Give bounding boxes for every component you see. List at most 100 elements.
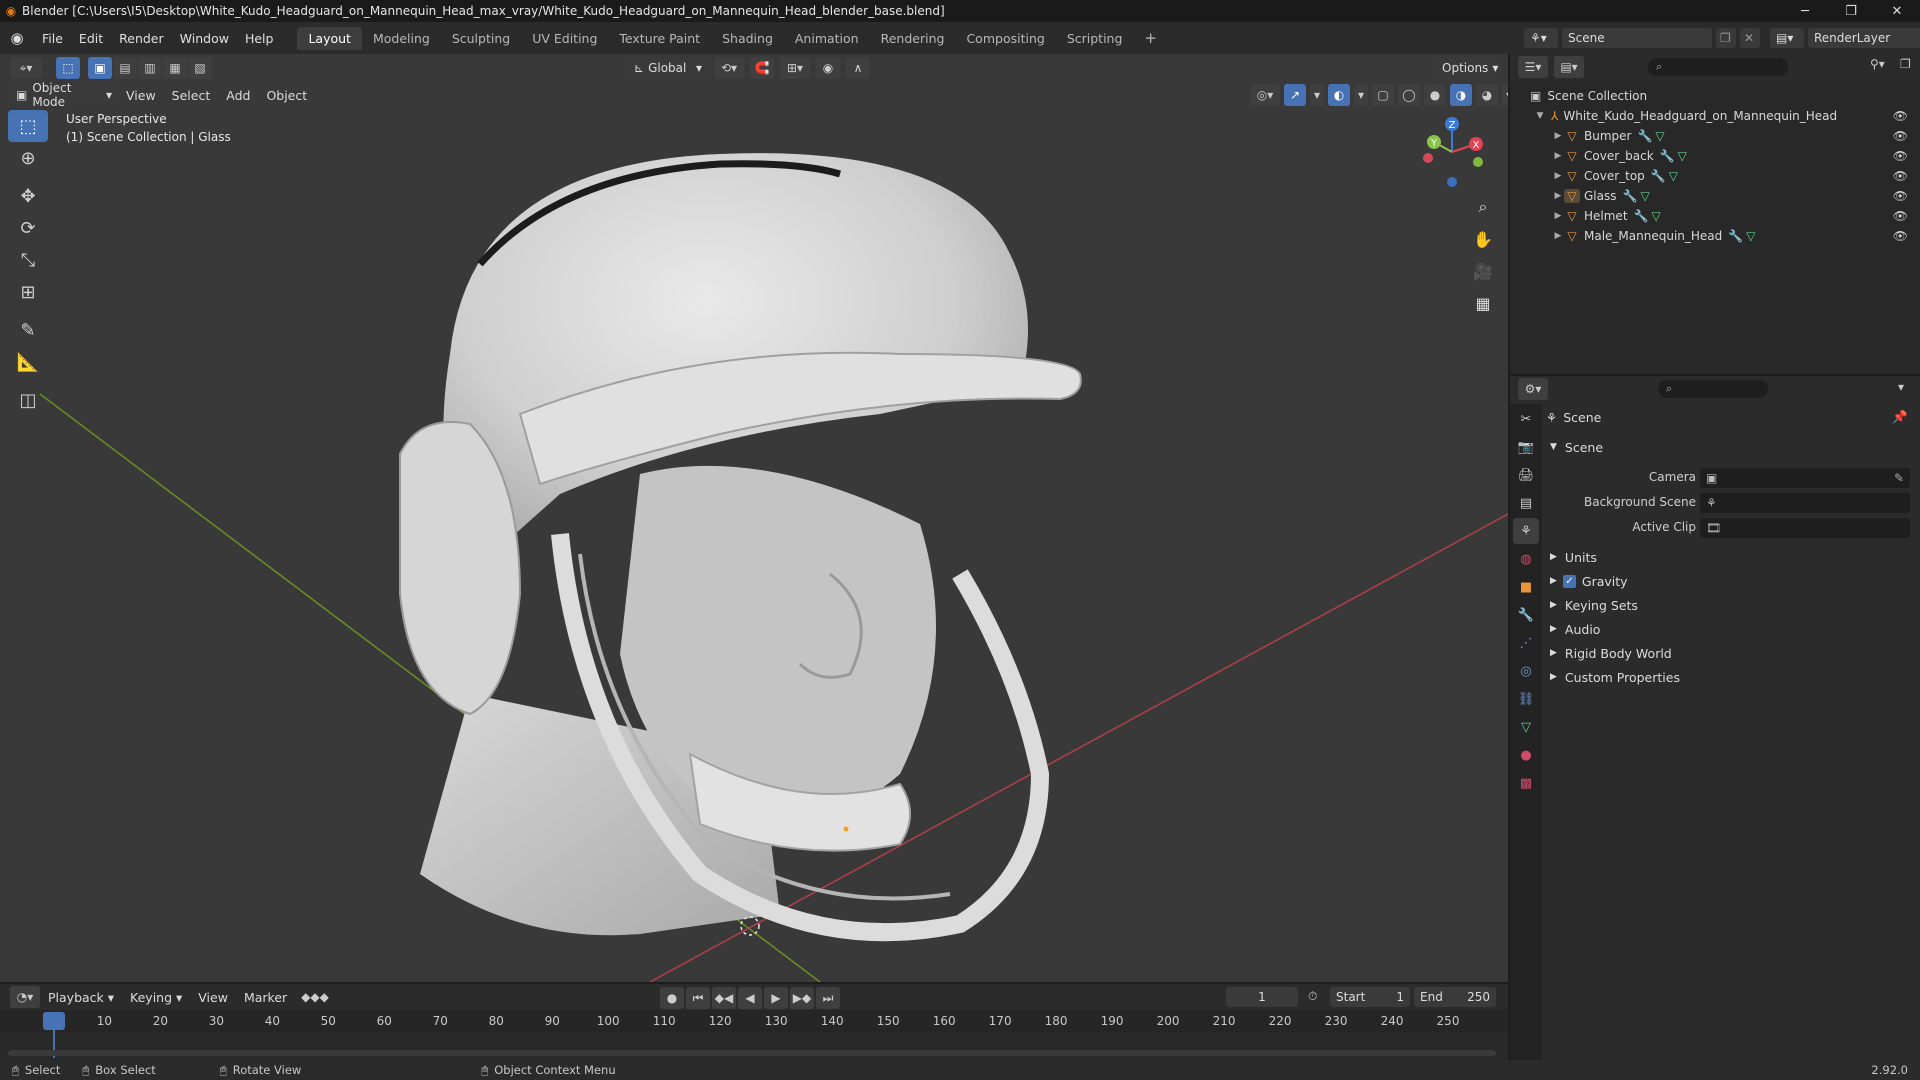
expand-icon[interactable]: ▶ [1552, 231, 1564, 241]
tab-texture-paint[interactable]: Texture Paint [608, 27, 711, 50]
texture-tab-icon[interactable]: ▩ [1513, 770, 1539, 796]
play-icon[interactable]: ▶ [764, 987, 788, 1009]
navigation-gizmo[interactable]: Z X Y [1412, 112, 1492, 192]
zoom-icon[interactable]: ⌕ [1468, 192, 1498, 222]
filter-icon[interactable]: ⚲▾ [1870, 57, 1885, 71]
panel-scene-header[interactable]: ▼ Scene [1550, 436, 1910, 458]
timeline-scrollbar[interactable] [8, 1050, 1496, 1056]
cursor-tool-icon[interactable]: ⊕ [8, 142, 48, 174]
add-workspace-icon[interactable]: + [1133, 25, 1168, 51]
snap-target-icon[interactable]: ⊞▾ [780, 57, 810, 79]
tab-rendering[interactable]: Rendering [870, 27, 956, 50]
visibility-eye-icon[interactable]: 👁 [1893, 129, 1908, 143]
mode-intersect-icon[interactable]: ▧ [188, 57, 212, 79]
visibility-eye-icon[interactable]: 👁 [1893, 189, 1908, 203]
expand-icon[interactable]: ▶ [1552, 211, 1564, 221]
scale-tool-icon[interactable]: ⤡ [8, 244, 48, 276]
view-layer-browse-icon[interactable]: ▤▾ [1770, 28, 1804, 48]
viewport-scene[interactable] [0, 54, 1508, 982]
overlays-toggle-icon[interactable]: ◐ [1328, 84, 1350, 106]
expand-icon[interactable]: ▶ [1552, 131, 1564, 141]
material-tab-icon[interactable]: ● [1513, 742, 1539, 768]
rendered-shading-icon[interactable]: ◕ [1476, 84, 1498, 106]
camera-field[interactable]: ▣ ✎ [1700, 468, 1910, 488]
menu-edit[interactable]: Edit [71, 31, 111, 46]
scene-name-field[interactable]: Scene [1562, 28, 1712, 48]
tool-tab-icon[interactable]: ✂ [1513, 406, 1539, 432]
view-layer-tab-icon[interactable]: ▤ [1513, 490, 1539, 516]
tab-scripting[interactable]: Scripting [1056, 27, 1134, 50]
properties-panel[interactable]: ⚙▾ ⌕ ▾ ✂ 📷 🖨 ▤ ⚘ ◍ ■ 🔧 ⋰ ◎ ⛓ ▽ ● ▩ ⚘ Sce… [1510, 376, 1920, 1060]
constraints-tab-icon[interactable]: ⛓ [1513, 686, 1539, 712]
close-icon[interactable]: ✕ [1874, 0, 1920, 22]
jump-end-icon[interactable]: ⏭ [816, 987, 840, 1009]
chevron-down-icon[interactable]: ▾ [1354, 84, 1368, 106]
annotate-tool-icon[interactable]: ✎ [8, 314, 48, 346]
menu-object[interactable]: Object [258, 84, 315, 106]
chevron-down-icon[interactable]: ▾ [1898, 380, 1904, 394]
visibility-eye-icon[interactable]: 👁 [1893, 149, 1908, 163]
options-button[interactable]: Options ▾ [1436, 58, 1498, 78]
add-cube-tool-icon[interactable]: ◫ [8, 384, 48, 416]
scene-tab-icon[interactable]: ⚘ [1513, 518, 1539, 544]
panel-custom-properties[interactable]: ▶ Custom Properties [1550, 666, 1910, 688]
tab-uv-editing[interactable]: UV Editing [521, 27, 608, 50]
current-frame-field[interactable]: 1 [1226, 987, 1298, 1007]
mode-new-icon[interactable]: ▣ [88, 57, 112, 79]
visibility-eye-icon[interactable]: 👁 [1893, 169, 1908, 183]
ortho-toggle-icon[interactable]: ▦ [1468, 288, 1498, 318]
visibility-eye-icon[interactable]: 👁 [1893, 209, 1908, 223]
panel-audio[interactable]: ▶ Audio [1550, 618, 1910, 640]
scene-copy-icon[interactable]: ❐ [1716, 28, 1736, 48]
panel-units[interactable]: ▶ Units [1550, 546, 1910, 568]
minimize-icon[interactable]: ─ [1782, 0, 1828, 22]
particles-tab-icon[interactable]: ⋰ [1513, 630, 1539, 656]
world-tab-icon[interactable]: ◍ [1513, 546, 1539, 572]
expand-icon[interactable]: ▶ [1552, 171, 1564, 181]
pivot-point-icon[interactable]: ⟲▾ [714, 57, 744, 79]
visibility-eye-icon[interactable]: 👁 [1893, 229, 1908, 243]
scene-remove-icon[interactable]: ✕ [1740, 28, 1760, 48]
tab-shading[interactable]: Shading [711, 27, 784, 50]
physics-tab-icon[interactable]: ◎ [1513, 658, 1539, 684]
menu-render[interactable]: Render [111, 31, 172, 46]
menu-playback[interactable]: Playback ▾ [40, 986, 122, 1008]
next-keyframe-icon[interactable]: ▶◆ [790, 987, 814, 1009]
falloff-icon[interactable]: ∧ [846, 57, 870, 79]
editor-type-icon[interactable]: ⌖▾ [10, 57, 42, 79]
auto-key-icon[interactable]: ● [660, 987, 684, 1009]
mode-subtract-icon[interactable]: ▥ [138, 57, 162, 79]
chevron-down-icon[interactable]: ▾ [1502, 84, 1508, 106]
background-scene-field[interactable]: ⚘ [1700, 493, 1910, 513]
material-shading-icon[interactable]: ◑ [1450, 84, 1472, 106]
playhead[interactable] [43, 1012, 65, 1030]
outliner-item-cover-top[interactable]: ▶ ▽ Cover_top 🔧 ▽ 👁 [1510, 166, 1920, 186]
3d-viewport[interactable]: ⌖▾ ⬚ ▣ ▤ ▥ ▦ ▧ ⊾ Global ▾ ⟲▾ 🧲 ⊞▾ ◉ ∧ Op… [0, 54, 1508, 982]
pin-icon[interactable]: 📌 [1892, 409, 1908, 425]
solid-shading-icon[interactable]: ● [1424, 84, 1446, 106]
menu-window[interactable]: Window [172, 31, 237, 46]
menu-file[interactable]: File [34, 31, 71, 46]
timeline-editor-type-icon[interactable]: ◔▾ [10, 986, 40, 1008]
timeline-ruler[interactable]: 1102030405060708090100110120130140150160… [0, 1010, 1508, 1060]
gravity-checkbox[interactable]: ✓ [1562, 574, 1576, 588]
mode-difference-icon[interactable]: ▦ [163, 57, 187, 79]
object-tab-icon[interactable]: ■ [1513, 574, 1539, 600]
panel-gravity[interactable]: ▶ ✓ Gravity [1550, 570, 1910, 592]
camera-view-icon[interactable]: 🎥 [1468, 256, 1498, 286]
wireframe-shading-icon[interactable]: ◯ [1398, 84, 1420, 106]
collapse-icon[interactable]: ▼ [1534, 111, 1546, 121]
transform-orientation-dropdown[interactable]: ⊾ Global ▾ [628, 58, 708, 78]
timeline-editor[interactable]: ◔▾ Playback ▾ Keying ▾ View Marker ◆◆◆ ●… [0, 984, 1508, 1060]
select-tool-icon[interactable]: ⬚ [56, 57, 80, 79]
rotate-tool-icon[interactable]: ⟳ [8, 212, 48, 244]
outliner-search-input[interactable]: ⌕ [1648, 58, 1788, 76]
active-clip-field[interactable]: 🎞 [1700, 518, 1910, 538]
proportional-edit-icon[interactable]: ◉ [816, 57, 840, 79]
collection-row[interactable]: ▼ ⅄ White_Kudo_Headguard_on_Mannequin_He… [1510, 106, 1920, 126]
menu-view[interactable]: View [118, 84, 164, 106]
preview-range-icon[interactable]: ⏱ [1308, 989, 1317, 1004]
display-mode-icon[interactable]: ▤▾ [1554, 56, 1584, 78]
pan-hand-icon[interactable]: ✋ [1468, 224, 1498, 254]
visibility-eye-icon[interactable]: 👁 [1893, 109, 1908, 123]
